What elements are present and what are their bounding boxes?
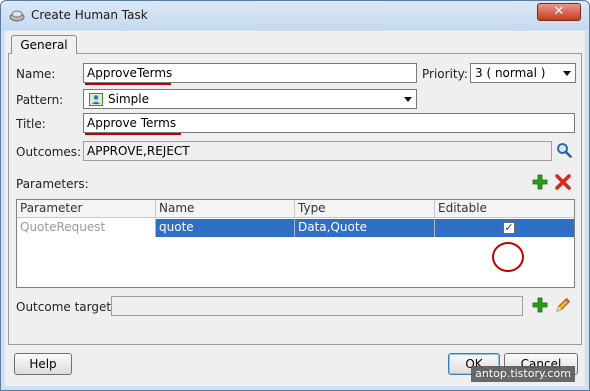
pattern-value: Simple xyxy=(108,92,149,106)
title-label: Title: xyxy=(16,117,46,131)
column-header-name[interactable]: Name xyxy=(156,200,295,218)
outcomes-field[interactable]: APPROVE,REJECT xyxy=(83,141,552,161)
column-header-editable[interactable]: Editable xyxy=(435,200,574,218)
editable-checkbox[interactable]: ✓ xyxy=(503,222,515,234)
name-label: Name: xyxy=(16,67,56,81)
priority-select[interactable]: 3 ( normal ) xyxy=(470,63,576,83)
dialog-window: Create Human Task ✕ General Name: Approv… xyxy=(0,0,590,391)
priority-label: Priority: xyxy=(422,67,468,81)
table-row[interactable]: QuoteRequest quote Data,Quote ✓ xyxy=(17,219,574,237)
pattern-select[interactable]: Simple xyxy=(83,89,417,109)
column-header-type[interactable]: Type xyxy=(295,200,435,218)
pattern-label: Pattern: xyxy=(16,93,64,107)
outcome-target-label: Outcome target: xyxy=(16,300,116,314)
name-field[interactable]: ApproveTerms xyxy=(83,63,417,83)
watermark: antop.tistory.com xyxy=(471,366,575,382)
column-header-parameter[interactable]: Parameter xyxy=(17,200,156,218)
cell-name[interactable]: quote xyxy=(156,219,295,237)
remove-icon[interactable] xyxy=(555,174,571,190)
editable-annotation-circle xyxy=(492,242,524,272)
window-title: Create Human Task xyxy=(31,8,148,22)
title-field[interactable]: Approve Terms xyxy=(83,113,575,133)
outcomes-label: Outcomes: xyxy=(16,145,82,159)
search-icon[interactable] xyxy=(556,142,572,158)
cell-type[interactable]: Data,Quote xyxy=(295,219,435,237)
dialog-body: General Name: ApproveTerms Priority: 3 (… xyxy=(5,31,585,386)
title-bar[interactable]: Create Human Task ✕ xyxy=(1,1,589,30)
person-icon xyxy=(89,93,103,106)
help-button[interactable]: Help xyxy=(14,353,72,375)
edit-pencil-icon[interactable] xyxy=(555,297,571,313)
add-icon[interactable] xyxy=(532,174,548,190)
outcome-target-field[interactable] xyxy=(111,296,523,316)
chevron-down-icon xyxy=(404,97,412,102)
add-icon[interactable] xyxy=(532,297,548,313)
cell-editable[interactable]: ✓ xyxy=(435,219,574,237)
name-annotation-underline xyxy=(85,83,171,85)
table-header: Parameter Name Type Editable xyxy=(17,200,574,218)
app-icon xyxy=(9,10,25,22)
tab-general[interactable]: General xyxy=(11,35,77,54)
cell-parameter[interactable]: QuoteRequest xyxy=(17,219,156,237)
chevron-down-icon xyxy=(563,71,571,76)
title-annotation-underline xyxy=(85,133,181,135)
parameters-label: Parameters: xyxy=(16,177,89,191)
priority-value: 3 ( normal ) xyxy=(475,66,546,80)
close-button[interactable]: ✕ xyxy=(537,3,581,21)
parameters-table[interactable]: Parameter Name Type Editable QuoteReques… xyxy=(16,199,575,288)
